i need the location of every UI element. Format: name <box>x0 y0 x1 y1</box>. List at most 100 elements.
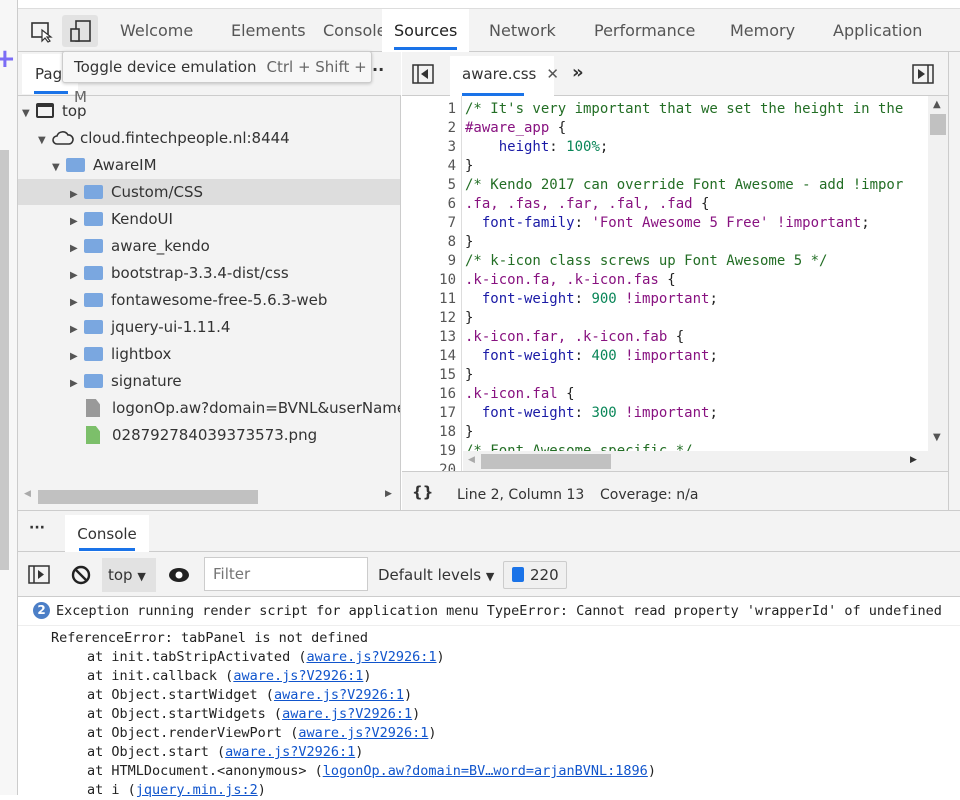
log-levels-dropdown[interactable]: Default levels ▼ <box>378 566 494 584</box>
more-tabs-icon[interactable]: ·· <box>372 60 384 79</box>
collapsed-arrow-icon[interactable]: ▶ <box>70 209 84 235</box>
context-selector[interactable]: top ▼ <box>102 558 156 592</box>
line-gutter: 1 2 3 4 5 6 7 8 9 10 11 12 13 14 15 16 17 18 19 20 <box>402 96 462 471</box>
code-token-sel: .k-icon.far, .k-icon.fab <box>465 329 668 345</box>
line-number: 3 <box>447 139 456 155</box>
line-number: 16 <box>439 386 456 402</box>
tree-item[interactable]: logonOp.aw?domain=BVNL&userName <box>18 395 400 421</box>
code-token-prop: font-weight <box>465 348 575 364</box>
tab-performance[interactable]: Performance <box>582 9 707 52</box>
code-token-punc: } <box>465 234 474 250</box>
message-count-button[interactable]: 220 <box>503 561 567 589</box>
document-file-icon <box>86 399 100 417</box>
tree-horizontal-scrollbar[interactable]: ◀ ▶ <box>18 484 401 510</box>
pretty-print-icon[interactable]: {} <box>412 483 433 501</box>
tooltip-label: Toggle device emulation <box>74 58 257 76</box>
tree-item[interactable]: ▶ jquery-ui-1.11.4 <box>18 314 400 343</box>
tree-item[interactable]: 028792784039373573.png <box>18 422 400 448</box>
live-expression-eye-icon[interactable] <box>168 564 190 590</box>
tree-item[interactable]: ▶ bootstrap-3.3.4-dist/css <box>18 260 400 289</box>
close-icon[interactable]: ✕ <box>546 65 559 83</box>
tree-item[interactable]: ▶ fontawesome-free-5.6.3-web <box>18 287 400 316</box>
tree-item[interactable]: ▶ KendoUI <box>18 206 400 235</box>
code-token-punc: } <box>465 310 474 326</box>
source-link[interactable]: aware.js?V2926:1 <box>298 725 428 741</box>
code-token-punc: ; <box>709 405 718 421</box>
code-line: font-weight: 400 !important; <box>465 347 718 366</box>
code-token-punc: { <box>692 196 710 212</box>
tab-welcome[interactable]: Welcome <box>108 9 205 52</box>
tree-item[interactable]: ▶ lightbox <box>18 341 400 370</box>
editor-horizontal-scrollbar[interactable]: ◀ ▶ <box>463 451 928 471</box>
tab-memory[interactable]: Memory <box>718 9 807 52</box>
code-token-num: 900 <box>591 291 617 307</box>
collapsed-arrow-icon[interactable]: ▶ <box>70 236 84 262</box>
collapsed-arrow-icon[interactable]: ▶ <box>70 344 84 370</box>
source-link[interactable]: jquery.min.js:2 <box>136 782 258 798</box>
collapsed-arrow-icon[interactable]: ▶ <box>70 263 84 289</box>
code-editor[interactable]: 1 2 3 4 5 6 7 8 9 10 11 12 13 14 15 16 17 18 19 20/* It's v… <box>402 96 948 471</box>
code-line: } <box>465 366 473 385</box>
more-files-icon[interactable]: » <box>572 62 584 83</box>
collapsed-arrow-icon[interactable]: ▶ <box>70 371 84 397</box>
tree-item[interactable]: ▶ Custom/CSS <box>18 179 400 208</box>
code-line: font-family: 'Font Awesome 5 Free' !impo… <box>465 214 870 233</box>
editor-vertical-scrollbar[interactable]: ▲ ▼ <box>928 96 948 471</box>
drawer-more-icon[interactable]: ··· <box>29 520 45 536</box>
plus-icon[interactable]: + <box>0 44 16 74</box>
code-token-punc: { <box>658 272 676 288</box>
line-number: 15 <box>439 367 456 383</box>
line-number: 8 <box>447 234 456 250</box>
code-token-imp: !important <box>776 215 862 231</box>
tab-sources[interactable]: Sources <box>382 9 470 52</box>
stack-frame: at i (jquery.min.js:2) <box>87 782 266 798</box>
tree-item[interactable]: ▶ aware_kendo <box>18 233 400 262</box>
collapsed-arrow-icon[interactable]: ▶ <box>70 317 84 343</box>
tab-elements[interactable]: Elements <box>219 9 318 52</box>
tree-item-label: Custom/CSS <box>111 183 204 201</box>
filter-input[interactable] <box>204 557 368 591</box>
source-link[interactable]: aware.js?V2926:1 <box>306 649 436 665</box>
expanded-arrow-icon[interactable]: ▼ <box>38 128 52 154</box>
tree-item[interactable]: ▼ cloud.fintechpeople.nl:8444 <box>18 125 400 154</box>
devtools-tab-bar: Welcome Elements Console Sources Network Perf… <box>18 8 960 52</box>
line-number: 19 <box>439 443 456 459</box>
tree-item[interactable]: ▼ AwareIM <box>18 152 400 181</box>
file-tab[interactable]: aware.css ✕ <box>450 56 559 96</box>
toggle-debugger-icon[interactable] <box>912 64 934 88</box>
folder-icon <box>84 185 103 199</box>
stack-frame: at Object.start (aware.js?V2926:1) <box>87 744 364 760</box>
code-token-punc: } <box>465 158 474 174</box>
stack-frame-text: at init.callback ( <box>87 668 234 684</box>
collapsed-arrow-icon[interactable]: ▶ <box>70 182 84 208</box>
source-link[interactable]: aware.js?V2926:1 <box>225 744 355 760</box>
console-sidebar-icon[interactable] <box>28 565 50 589</box>
page-scrollbar[interactable] <box>0 150 9 570</box>
tab-network[interactable]: Network <box>477 9 568 52</box>
expanded-arrow-icon[interactable]: ▼ <box>52 155 66 181</box>
code-token-imp: !important <box>625 348 710 364</box>
tree-item-label: KendoUI <box>111 210 173 228</box>
toggle-navigator-icon[interactable] <box>412 64 434 88</box>
source-link[interactable]: logonOp.aw?domain=BV…word=arjanBVNL:1896 <box>323 763 648 779</box>
stack-frame-text: at Object.startWidget ( <box>87 687 274 703</box>
clear-console-icon[interactable] <box>70 564 92 590</box>
tab-console-drawer[interactable]: Console <box>65 515 149 553</box>
collapsed-arrow-icon[interactable]: ▶ <box>70 290 84 316</box>
expanded-arrow-icon[interactable]: ▼ <box>22 101 36 127</box>
source-link[interactable]: aware.js?V2926:1 <box>282 706 412 722</box>
message-icon <box>512 567 524 582</box>
tree-item[interactable]: ▶ signature <box>18 368 400 397</box>
source-link[interactable]: aware.js?V2926:1 <box>233 668 363 684</box>
code-token-punc: { <box>557 386 575 402</box>
line-number: 9 <box>447 253 456 269</box>
source-link[interactable]: aware.js?V2926:1 <box>274 687 404 703</box>
console-messages: 2 Exception running render script for ap… <box>18 597 960 798</box>
inspect-element-icon[interactable] <box>22 15 58 47</box>
coverage-status[interactable]: Coverage: n/a <box>600 487 698 503</box>
code-token-comment: /* k-icon class screws up Font Awesome 5… <box>465 253 828 269</box>
tab-application[interactable]: Application <box>821 9 934 52</box>
cloud-icon <box>52 128 74 154</box>
tree-item-label: jquery-ui-1.11.4 <box>111 318 231 336</box>
device-emulation-icon[interactable] <box>62 15 98 47</box>
